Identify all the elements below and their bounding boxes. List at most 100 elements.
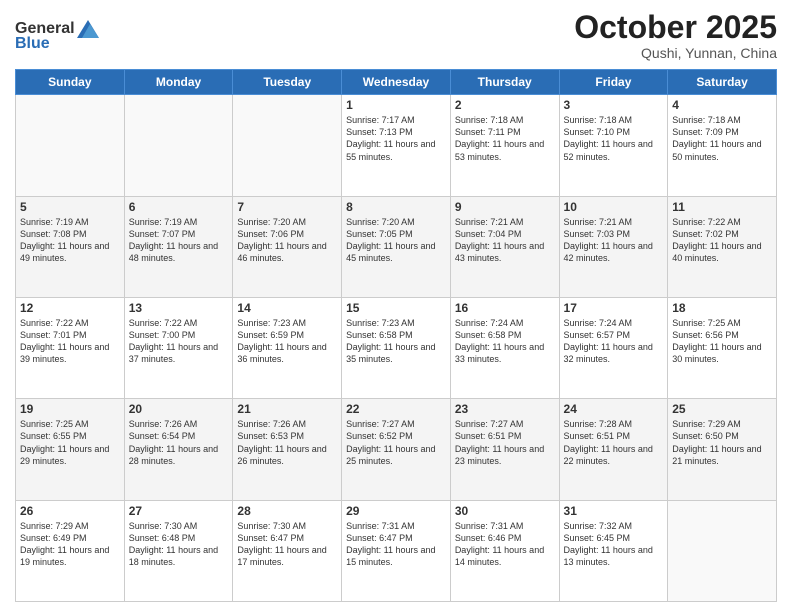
cell-info-text: Sunrise: 7:26 AM Sunset: 6:53 PM Dayligh… xyxy=(237,418,337,467)
cell-info-text: Sunrise: 7:28 AM Sunset: 6:51 PM Dayligh… xyxy=(564,418,664,467)
calendar-cell: 27 Sunrise: 7:30 AM Sunset: 6:48 PM Dayli… xyxy=(124,500,233,601)
calendar-cell: 24 Sunrise: 7:28 AM Sunset: 6:51 PM Dayli… xyxy=(559,399,668,500)
calendar-week-1: 1 Sunrise: 7:17 AM Sunset: 7:13 PM Daylig… xyxy=(16,95,777,196)
cell-info-text: Sunrise: 7:24 AM Sunset: 6:57 PM Dayligh… xyxy=(564,317,664,366)
cell-info-text: Sunrise: 7:21 AM Sunset: 7:03 PM Dayligh… xyxy=(564,216,664,265)
dow-header-monday: Monday xyxy=(124,70,233,95)
day-number: 8 xyxy=(346,200,446,214)
cell-info-text: Sunrise: 7:25 AM Sunset: 6:56 PM Dayligh… xyxy=(672,317,772,366)
logo: General Blue xyxy=(15,20,99,52)
day-number: 26 xyxy=(20,504,120,518)
day-number: 18 xyxy=(672,301,772,315)
calendar-cell: 5 Sunrise: 7:19 AM Sunset: 7:08 PM Daylig… xyxy=(16,196,125,297)
logo-blue-text: Blue xyxy=(15,36,50,52)
cell-info-text: Sunrise: 7:19 AM Sunset: 7:08 PM Dayligh… xyxy=(20,216,120,265)
calendar-cell: 4Sunrise: 7:18 AM Sunset: 7:09 PM Daylig… xyxy=(668,95,777,196)
calendar-week-2: 5 Sunrise: 7:19 AM Sunset: 7:08 PM Daylig… xyxy=(16,196,777,297)
cell-info-text: Sunrise: 7:20 AM Sunset: 7:05 PM Dayligh… xyxy=(346,216,446,265)
calendar-cell: 8 Sunrise: 7:20 AM Sunset: 7:05 PM Daylig… xyxy=(342,196,451,297)
day-number: 15 xyxy=(346,301,446,315)
day-number: 11 xyxy=(672,200,772,214)
cell-info-text: Sunrise: 7:27 AM Sunset: 6:51 PM Dayligh… xyxy=(455,418,555,467)
calendar-cell: 26 Sunrise: 7:29 AM Sunset: 6:49 PM Dayli… xyxy=(16,500,125,601)
cell-info-text: Sunrise: 7:19 AM Sunset: 7:07 PM Dayligh… xyxy=(129,216,229,265)
calendar-cell: 15 Sunrise: 7:23 AM Sunset: 6:58 PM Dayli… xyxy=(342,297,451,398)
calendar-cell: 2 Sunrise: 7:18 AM Sunset: 7:11 PM Daylig… xyxy=(450,95,559,196)
cell-info-text: Sunrise: 7:24 AM Sunset: 6:58 PM Dayligh… xyxy=(455,317,555,366)
day-number: 27 xyxy=(129,504,229,518)
calendar-cell: 12Sunrise: 7:22 AM Sunset: 7:01 PM Dayli… xyxy=(16,297,125,398)
dow-header-wednesday: Wednesday xyxy=(342,70,451,95)
calendar-cell: 25Sunrise: 7:29 AM Sunset: 6:50 PM Dayli… xyxy=(668,399,777,500)
calendar-cell: 17 Sunrise: 7:24 AM Sunset: 6:57 PM Dayli… xyxy=(559,297,668,398)
calendar-cell: 28 Sunrise: 7:30 AM Sunset: 6:47 PM Dayli… xyxy=(233,500,342,601)
calendar-cell: 18 Sunrise: 7:25 AM Sunset: 6:56 PM Dayli… xyxy=(668,297,777,398)
dow-header-saturday: Saturday xyxy=(668,70,777,95)
calendar-cell: 23Sunrise: 7:27 AM Sunset: 6:51 PM Dayli… xyxy=(450,399,559,500)
title-block: October 2025 Qushi, Yunnan, China xyxy=(574,10,777,61)
calendar-table: SundayMondayTuesdayWednesdayThursdayFrid… xyxy=(15,69,777,602)
cell-info-text: Sunrise: 7:18 AM Sunset: 7:10 PM Dayligh… xyxy=(564,114,664,163)
cell-info-text: Sunrise: 7:30 AM Sunset: 6:47 PM Dayligh… xyxy=(237,520,337,569)
calendar-week-3: 12Sunrise: 7:22 AM Sunset: 7:01 PM Dayli… xyxy=(16,297,777,398)
cell-info-text: Sunrise: 7:31 AM Sunset: 6:46 PM Dayligh… xyxy=(455,520,555,569)
cell-info-text: Sunrise: 7:22 AM Sunset: 7:00 PM Dayligh… xyxy=(129,317,229,366)
month-title: October 2025 xyxy=(574,10,777,45)
day-number: 2 xyxy=(455,98,555,112)
page: General Blue October 2025 Qushi, Yunnan,… xyxy=(0,0,792,612)
calendar-cell: 7 Sunrise: 7:20 AM Sunset: 7:06 PM Daylig… xyxy=(233,196,342,297)
day-number: 5 xyxy=(20,200,120,214)
dow-header-sunday: Sunday xyxy=(16,70,125,95)
day-number: 6 xyxy=(129,200,229,214)
cell-info-text: Sunrise: 7:23 AM Sunset: 6:58 PM Dayligh… xyxy=(346,317,446,366)
cell-info-text: Sunrise: 7:26 AM Sunset: 6:54 PM Dayligh… xyxy=(129,418,229,467)
day-number: 10 xyxy=(564,200,664,214)
day-number: 17 xyxy=(564,301,664,315)
calendar-cell xyxy=(668,500,777,601)
cell-info-text: Sunrise: 7:23 AM Sunset: 6:59 PM Dayligh… xyxy=(237,317,337,366)
calendar-cell: 6 Sunrise: 7:19 AM Sunset: 7:07 PM Daylig… xyxy=(124,196,233,297)
calendar-cell: 3 Sunrise: 7:18 AM Sunset: 7:10 PM Daylig… xyxy=(559,95,668,196)
day-number: 29 xyxy=(346,504,446,518)
day-number: 13 xyxy=(129,301,229,315)
day-number: 12 xyxy=(20,301,120,315)
cell-info-text: Sunrise: 7:18 AM Sunset: 7:09 PM Dayligh… xyxy=(672,114,772,163)
day-number: 3 xyxy=(564,98,664,112)
cell-info-text: Sunrise: 7:27 AM Sunset: 6:52 PM Dayligh… xyxy=(346,418,446,467)
cell-info-text: Sunrise: 7:30 AM Sunset: 6:48 PM Dayligh… xyxy=(129,520,229,569)
day-number: 24 xyxy=(564,402,664,416)
cell-info-text: Sunrise: 7:29 AM Sunset: 6:49 PM Dayligh… xyxy=(20,520,120,569)
day-number: 19 xyxy=(20,402,120,416)
cell-info-text: Sunrise: 7:17 AM Sunset: 7:13 PM Dayligh… xyxy=(346,114,446,163)
cell-info-text: Sunrise: 7:31 AM Sunset: 6:47 PM Dayligh… xyxy=(346,520,446,569)
calendar-cell: 21 Sunrise: 7:26 AM Sunset: 6:53 PM Dayli… xyxy=(233,399,342,500)
day-number: 7 xyxy=(237,200,337,214)
dow-header-thursday: Thursday xyxy=(450,70,559,95)
calendar-cell xyxy=(16,95,125,196)
day-number: 20 xyxy=(129,402,229,416)
day-number: 31 xyxy=(564,504,664,518)
calendar-week-4: 19Sunrise: 7:25 AM Sunset: 6:55 PM Dayli… xyxy=(16,399,777,500)
calendar-cell: 10 Sunrise: 7:21 AM Sunset: 7:03 PM Dayli… xyxy=(559,196,668,297)
day-number: 28 xyxy=(237,504,337,518)
calendar-cell xyxy=(233,95,342,196)
calendar-cell xyxy=(124,95,233,196)
calendar-cell: 31 Sunrise: 7:32 AM Sunset: 6:45 PM Dayli… xyxy=(559,500,668,601)
calendar-cell: 22Sunrise: 7:27 AM Sunset: 6:52 PM Dayli… xyxy=(342,399,451,500)
cell-info-text: Sunrise: 7:29 AM Sunset: 6:50 PM Dayligh… xyxy=(672,418,772,467)
day-number: 9 xyxy=(455,200,555,214)
cell-info-text: Sunrise: 7:18 AM Sunset: 7:11 PM Dayligh… xyxy=(455,114,555,163)
calendar-cell: 14Sunrise: 7:23 AM Sunset: 6:59 PM Dayli… xyxy=(233,297,342,398)
day-number: 1 xyxy=(346,98,446,112)
calendar-week-5: 26 Sunrise: 7:29 AM Sunset: 6:49 PM Dayli… xyxy=(16,500,777,601)
day-number: 21 xyxy=(237,402,337,416)
location-subtitle: Qushi, Yunnan, China xyxy=(574,45,777,61)
calendar-cell: 13 Sunrise: 7:22 AM Sunset: 7:00 PM Dayli… xyxy=(124,297,233,398)
calendar-cell: 9Sunrise: 7:21 AM Sunset: 7:04 PM Daylig… xyxy=(450,196,559,297)
calendar-cell: 29 Sunrise: 7:31 AM Sunset: 6:47 PM Dayli… xyxy=(342,500,451,601)
dow-header-friday: Friday xyxy=(559,70,668,95)
cell-info-text: Sunrise: 7:32 AM Sunset: 6:45 PM Dayligh… xyxy=(564,520,664,569)
cell-info-text: Sunrise: 7:20 AM Sunset: 7:06 PM Dayligh… xyxy=(237,216,337,265)
calendar-cell: 30Sunrise: 7:31 AM Sunset: 6:46 PM Dayli… xyxy=(450,500,559,601)
day-number: 16 xyxy=(455,301,555,315)
